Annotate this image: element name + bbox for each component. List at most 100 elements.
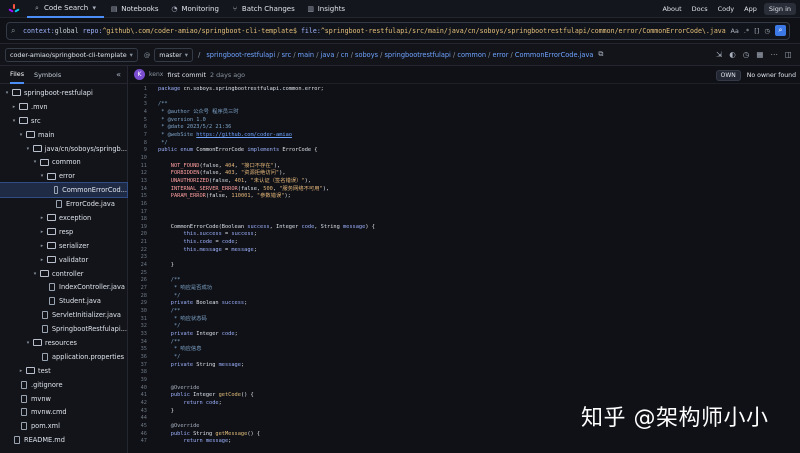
tab-symbols[interactable]: Symbols [34,66,61,84]
line-number[interactable]: 21 [129,239,147,247]
breadcrumb-segment[interactable]: cn [341,51,349,59]
line-number[interactable]: 35 [129,346,147,354]
line-number[interactable]: 20 [129,231,147,239]
tree-file[interactable]: mvnw.cmd [0,405,127,419]
line-number[interactable]: 31 [129,316,147,324]
line-number[interactable]: 33 [129,331,147,339]
tree-file[interactable]: ErrorCode.java [0,197,127,211]
commit-author[interactable]: kenx [149,71,163,78]
tree-folder[interactable]: ▸ test [0,364,127,378]
line-number[interactable]: 41 [129,392,147,400]
line-number[interactable]: 12 [129,170,147,178]
tree-folder[interactable]: ▾ java/cn/soboys/springb... [0,142,127,156]
line-number[interactable]: 8 [129,140,147,148]
tree-file[interactable]: .gitignore [0,378,127,392]
sourcegraph-logo-icon[interactable] [8,3,20,14]
line-number[interactable]: 2 [129,94,147,102]
breadcrumb-segment[interactable]: soboys [355,51,378,59]
line-number[interactable]: 40 [129,385,147,393]
tree-file[interactable]: IndexController.java [0,280,127,294]
line-number[interactable]: 6 [129,124,147,132]
line-number[interactable]: 11 [129,163,147,171]
line-number[interactable]: 25 [129,270,147,278]
tree-file[interactable]: pom.xml [0,419,127,433]
line-number[interactable]: 38 [129,369,147,377]
line-number[interactable]: 28 [129,293,147,301]
tree-folder[interactable]: ▾ controller [0,267,127,281]
breadcrumb-segment[interactable]: src [282,51,292,59]
line-number[interactable]: 22 [129,247,147,255]
line-number[interactable]: 16 [129,201,147,209]
line-number[interactable]: 27 [129,285,147,293]
line-number[interactable]: 34 [129,339,147,347]
nav-app[interactable]: App [739,0,762,18]
tree-file[interactable]: SpringbootRestfulapi... [0,322,127,336]
tree-folder[interactable]: ▾ main [0,128,127,142]
code-view[interactable]: 1 package cn.soboys.springbootrestfulapi.… [129,86,800,453]
collapse-sidebar-icon[interactable]: « [116,70,121,79]
search-query[interactable]: context:global repo:^github\.com/coder-a… [23,27,726,35]
line-number[interactable]: 19 [129,224,147,232]
line-number[interactable]: 46 [129,431,147,439]
open-in-editor-icon[interactable]: ⇲ [716,50,722,59]
line-number[interactable]: 36 [129,354,147,362]
breadcrumb-segment[interactable]: java [321,51,335,59]
line-number[interactable]: 10 [129,155,147,163]
nav-docs[interactable]: Docs [687,0,713,18]
line-number[interactable]: 1 [129,86,147,94]
tree-file[interactable]: Student.java [0,294,127,308]
line-number[interactable]: 23 [129,254,147,262]
search-submit-button[interactable]: ⌕ [775,25,786,36]
blame-icon[interactable]: ◐ [729,50,736,59]
line-number[interactable]: 37 [129,362,147,370]
copy-path-icon[interactable]: ⧉ [598,50,603,59]
tree-file[interactable]: mvnw [0,392,127,406]
nav-code-search[interactable]: ⌕ Code Search ▾ [27,0,105,18]
commit-message[interactable]: first commit [167,71,206,79]
breadcrumb-segment[interactable]: springbootrestfulapi [384,51,450,59]
line-number[interactable]: 32 [129,323,147,331]
line-number[interactable]: 44 [129,415,147,423]
line-number[interactable]: 26 [129,277,147,285]
line-number[interactable]: 7 [129,132,147,140]
more-actions-icon[interactable]: ⋯ [770,50,778,59]
branch-selector[interactable]: master ▾ [154,47,194,62]
regex-toggle[interactable]: .* [744,27,749,35]
signin-button[interactable]: Sign in [763,2,796,15]
tab-files[interactable]: Files [10,66,25,84]
tree-file[interactable]: application.properties [0,350,127,364]
tree-folder[interactable]: ▾ springboot-restfulapi [0,86,127,100]
tree-folder[interactable]: ▸ validator [0,253,127,267]
tree-folder[interactable]: ▾ resources [0,336,127,350]
tree-folder[interactable]: ▸ exception [0,211,127,225]
line-number[interactable]: 47 [129,438,147,446]
nav-notebooks[interactable]: ▤ Notebooks [104,0,164,18]
repo-selector[interactable]: coder-amiao/springboot-cli-template ▾ [5,47,138,62]
line-number[interactable]: 17 [129,209,147,217]
tree-folder[interactable]: ▸ resp [0,225,127,239]
breadcrumb-segment[interactable]: common [457,51,486,59]
avatar[interactable]: K [134,69,145,80]
tree-file[interactable]: README.md [0,433,127,447]
breadcrumb-segment[interactable]: springboot-restfulapi [206,51,275,59]
line-number[interactable]: 42 [129,400,147,408]
line-number[interactable]: 30 [129,308,147,316]
tree-file[interactable]: CommonErrorCod... [0,182,128,199]
line-number[interactable]: 18 [129,216,147,224]
line-number[interactable]: 15 [129,193,147,201]
history-icon[interactable]: ◷ [764,27,770,35]
breadcrumb-segment[interactable]: main [298,51,314,59]
line-number[interactable]: 4 [129,109,147,117]
nav-about[interactable]: About [657,0,686,18]
tree-file[interactable]: ServletInitializer.java [0,308,127,322]
ownership-badge[interactable]: OWN [715,69,741,81]
tree-folder[interactable]: ▸ .mvn [0,100,127,114]
tree-folder[interactable]: ▾ src [0,114,127,128]
nav-batch-changes[interactable]: ⑂ Batch Changes [225,0,301,18]
line-number[interactable]: 9 [129,147,147,155]
tree-folder[interactable]: ▸ serializer [0,239,127,253]
history-icon[interactable]: ◷ [743,50,750,59]
tree-folder[interactable]: ▾ error [0,169,127,183]
line-number[interactable]: 24 [129,262,147,270]
line-number[interactable]: 39 [129,377,147,385]
